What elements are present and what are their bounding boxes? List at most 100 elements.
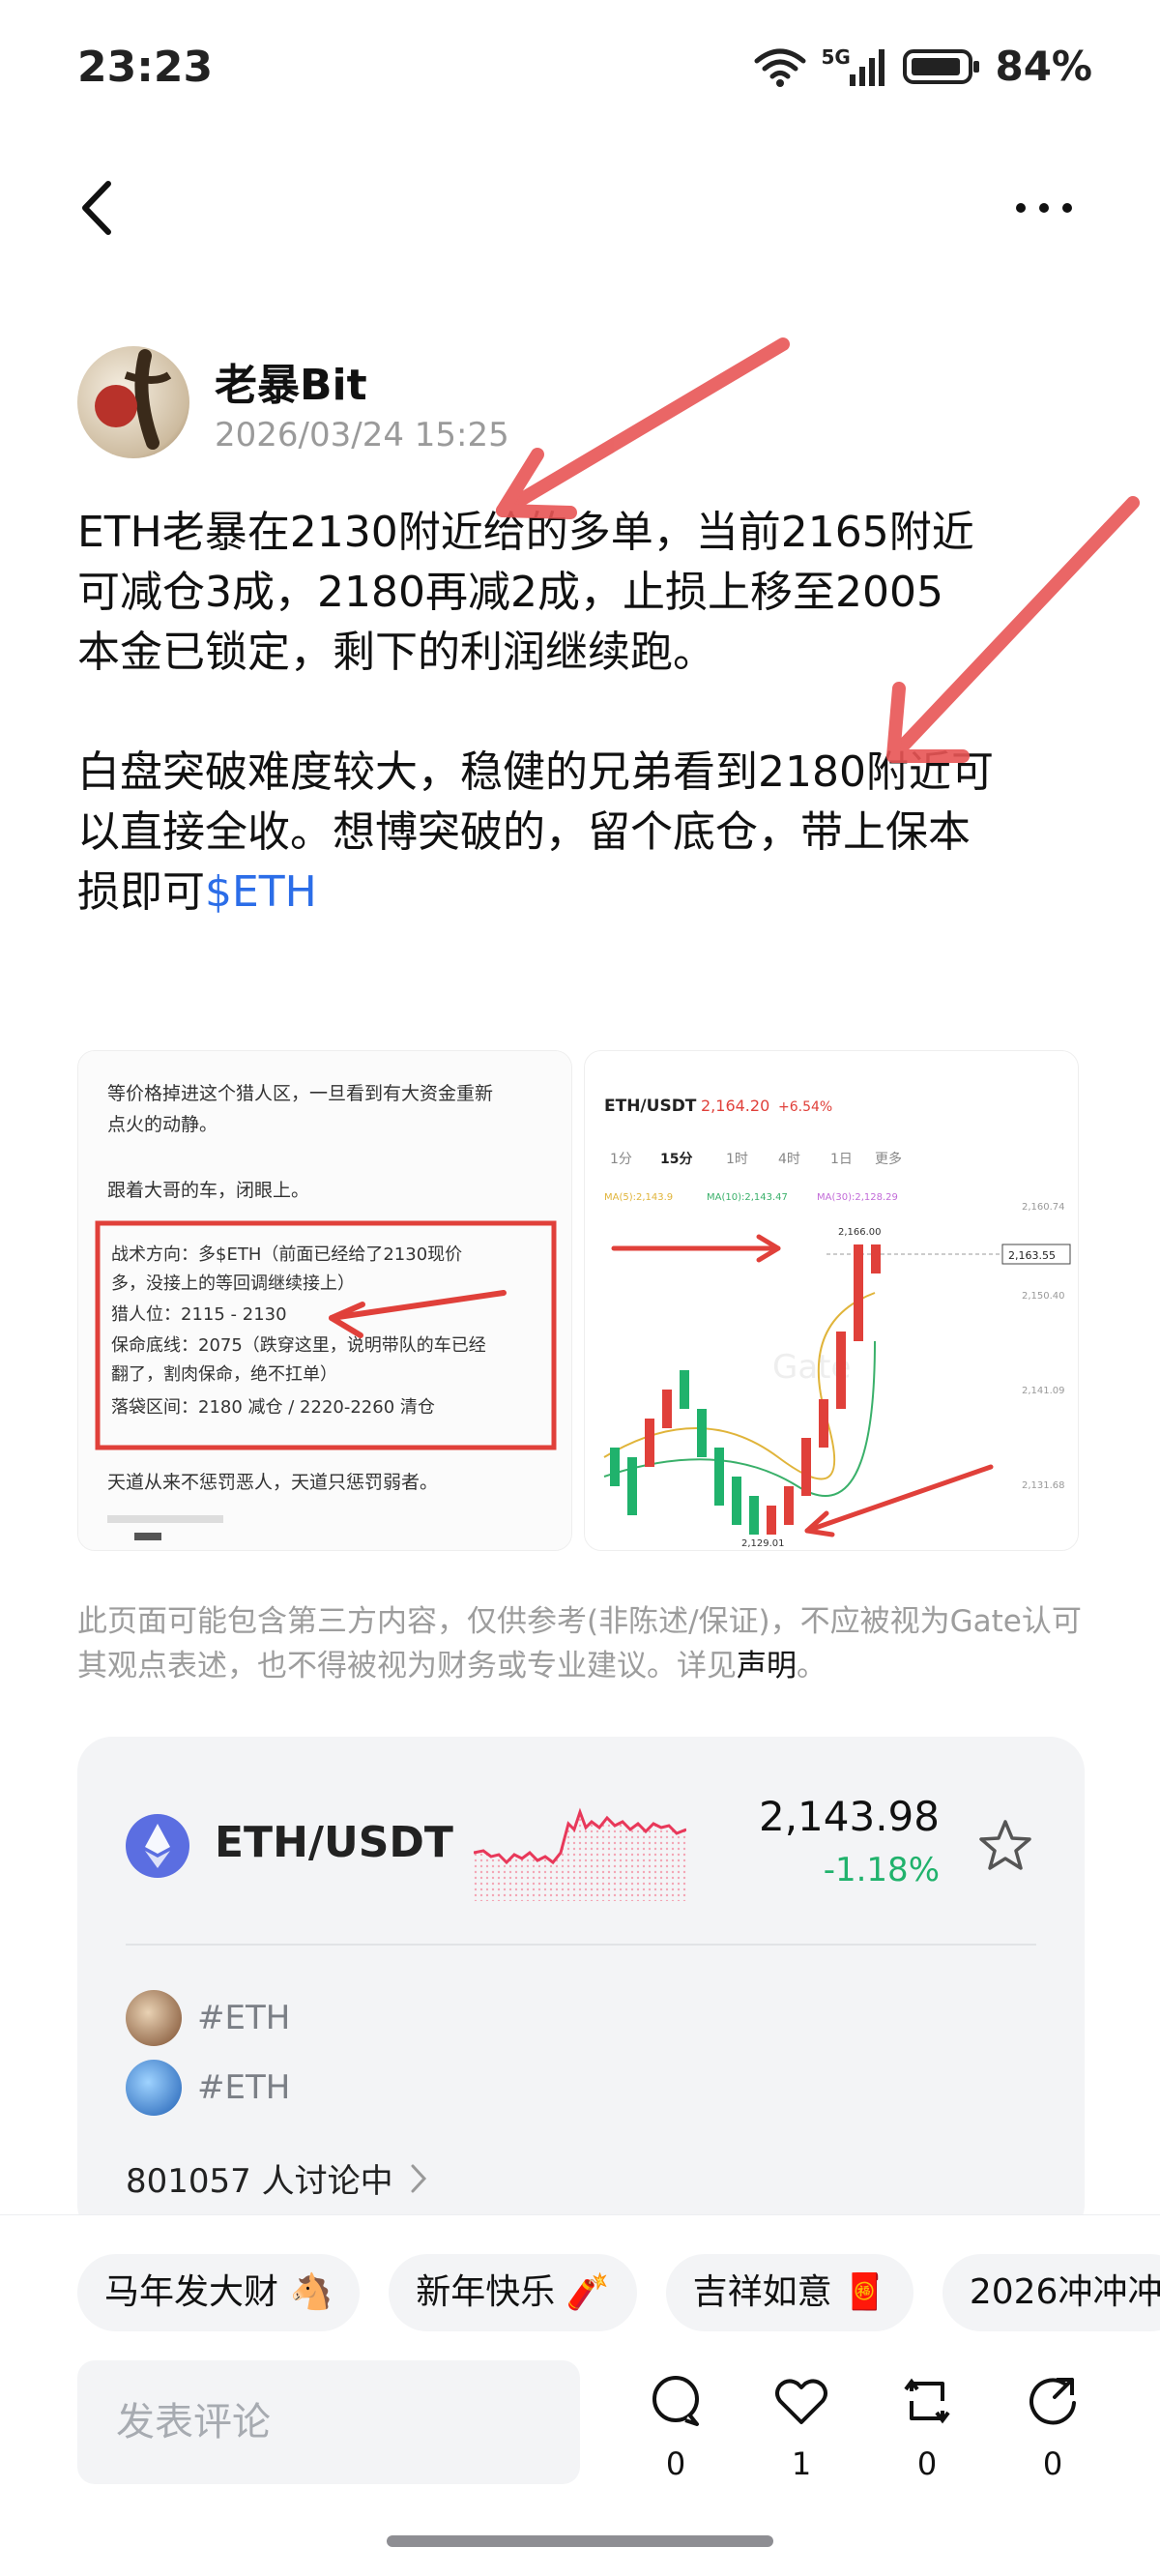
market-change: -1.18%	[823, 1851, 940, 1889]
img-ma-label: MA(30):2,128.29	[817, 1192, 898, 1203]
bottom-bar: 马年发大财 🐴 新年快乐 🧨 吉祥如意 🧧 2026冲冲冲 发表评论 0 1 0	[0, 2214, 1160, 2576]
comment-input[interactable]: 发表评论	[77, 2360, 580, 2484]
avatar-art	[95, 349, 172, 450]
img-low: 2,129.01	[741, 1538, 785, 1549]
img-tab: 1分	[610, 1152, 632, 1167]
post-body: ETH老暴在2130附近给的多单，当前2165附近 可减仓3成，2180再减2成…	[77, 503, 1092, 982]
post-paragraph-2: 白盘突破难度较大，稳健的兄弟看到2180附近可 以直接全收。想博突破的，留个底仓…	[77, 743, 1092, 922]
tag-label: #ETH	[197, 1999, 291, 2037]
more-button[interactable]	[1005, 184, 1083, 232]
discussion-count: 801057 人讨论中	[126, 2162, 393, 2201]
battery-percent: 84%	[995, 43, 1092, 90]
img-text: 等价格掉进这个猎人区，一旦看到有大资金重新	[107, 1083, 493, 1104]
quick-reply-chips: 马年发大财 🐴 新年快乐 🧨 吉祥如意 🧧 2026冲冲冲	[77, 2254, 1160, 2331]
img-tab: 4时	[778, 1152, 800, 1167]
img-box-text: 猎人位：2115 - 2130	[111, 1304, 287, 1325]
post-line-last: 损即可$ETH	[77, 863, 1092, 922]
chevron-right-icon	[411, 2164, 426, 2192]
quick-reply-chip[interactable]: 新年快乐 🧨	[389, 2254, 637, 2331]
more-horizontal-icon	[1016, 203, 1026, 213]
img-box-text: 多，没接上的等回调继续接上）	[111, 1273, 355, 1294]
comment-button[interactable]: 0	[632, 2372, 719, 2482]
quick-reply-chip[interactable]: 2026冲冲冲	[942, 2254, 1160, 2331]
img-box-text: 保命底线：2075（跌穿这里，说明带队的车已经	[111, 1335, 486, 1356]
disclaimer-link[interactable]: 声明	[737, 1649, 797, 1683]
cellular-icon: 5G	[821, 45, 888, 88]
star-icon	[979, 1820, 1031, 1870]
disclaimer-text: 此页面可能包含第三方内容，仅供参考(非陈述/保证)，不应被视为Gate认可其观点…	[77, 1604, 1082, 1683]
chevron-left-icon	[82, 181, 111, 235]
market-pair: ETH/USDT	[215, 1818, 453, 1867]
comment-icon	[652, 2376, 699, 2426]
market-card[interactable]: ETH/USDT 2,143.98 -1.18% #ETH #ETH 80105…	[77, 1737, 1085, 2239]
img-ma-label: MA(10):2,143.47	[707, 1192, 788, 1203]
img-box-text: 战术方向：多$ETH（前面已经给了2130现价	[111, 1244, 462, 1265]
img-pair: ETH/USDT	[604, 1097, 697, 1116]
quick-reply-chip[interactable]: 马年发大财 🐴	[77, 2254, 361, 2331]
img-tab: 1时	[726, 1152, 748, 1167]
svg-text:2,141.09: 2,141.09	[1022, 1386, 1065, 1396]
card-divider	[126, 1944, 1036, 1946]
post-line: ETH老暴在2130附近给的多单，当前2165附近	[77, 508, 974, 557]
red-arrow-icon	[496, 337, 790, 519]
img-box-text: 翻了，割肉保命，绝不扛单）	[111, 1364, 337, 1385]
post-image-right[interactable]: ETH/USDT 2,164.20 +6.54% 1分 15分 1时 4时 1日…	[584, 1050, 1079, 1551]
eth-icon	[126, 1814, 189, 1878]
battery-icon	[903, 48, 980, 84]
disclaimer-end: 。	[797, 1649, 826, 1683]
quick-reply-chip[interactable]: 吉祥如意 🧧	[665, 2254, 914, 2331]
post-timestamp: 2026/03/24 15:25	[215, 416, 509, 454]
market-price: 2,143.98	[758, 1793, 940, 1840]
author-name[interactable]: 老暴Bit	[215, 350, 367, 412]
comment-count: 0	[665, 2445, 686, 2482]
discussion-link[interactable]: 801057 人讨论中	[126, 2154, 428, 2202]
img-high: 2,166.00	[838, 1227, 882, 1238]
post-image-left[interactable]: 等价格掉进这个猎人区，一旦看到有大资金重新 点火的动静。 跟着大哥的车，闭眼上。…	[77, 1050, 572, 1551]
img-text: 天道从来不惩罚恶人，天道只惩罚弱者。	[107, 1472, 438, 1493]
share-icon	[1030, 2378, 1076, 2425]
img-tab: 更多	[875, 1151, 902, 1167]
share-count: 0	[1042, 2445, 1063, 2482]
repost-icon	[904, 2378, 950, 2424]
status-icons: 5G 84%	[753, 43, 1092, 90]
topic-tag[interactable]: #ETH	[126, 2060, 290, 2116]
post-line-text: 损即可	[77, 867, 205, 917]
wifi-icon	[754, 48, 806, 87]
svg-text:2,160.74: 2,160.74	[1022, 1202, 1065, 1213]
img-text: 点火的动静。	[107, 1114, 218, 1135]
home-indicator[interactable]	[387, 2535, 773, 2547]
post-line: 本金已锁定，剩下的利润继续跑。	[77, 628, 715, 677]
img-change: +6.54%	[778, 1099, 832, 1115]
favorite-button[interactable]	[976, 1816, 1034, 1874]
like-button[interactable]: 1	[758, 2372, 845, 2482]
topic-tag[interactable]: #ETH	[126, 1990, 290, 2046]
status-bar: 23:23 5G 84%	[0, 0, 1160, 145]
disclaimer: 此页面可能包含第三方内容，仅供参考(非陈述/保证)，不应被视为Gate认可其观点…	[77, 1599, 1092, 1688]
back-button[interactable]	[70, 174, 128, 242]
tag-avatar	[126, 1990, 182, 2046]
img-ma-label: MA(5):2,143.9	[604, 1192, 673, 1203]
post-line: 可减仓3成，2180再减2成，止损上移至2005	[77, 568, 943, 617]
img-tab: 15分	[660, 1152, 692, 1167]
img-tab: 1日	[830, 1152, 853, 1167]
repost-count: 0	[916, 2445, 938, 2482]
tag-label: #ETH	[197, 2068, 291, 2107]
post-line: 以直接全收。想博突破的，留个底仓，带上保本	[77, 807, 971, 857]
status-time: 23:23	[77, 43, 214, 92]
tag-avatar	[126, 2060, 182, 2116]
post-paragraph-1: ETH老暴在2130附近给的多单，当前2165附近 可减仓3成，2180再减2成…	[77, 503, 1092, 683]
svg-text:2,131.68: 2,131.68	[1022, 1480, 1065, 1491]
svg-text:2,150.40: 2,150.40	[1022, 1291, 1065, 1302]
share-button[interactable]: 0	[1009, 2372, 1096, 2482]
author-avatar[interactable]	[77, 346, 189, 458]
img-last-price: 2,163.55	[1008, 1249, 1056, 1262]
img-text: 跟着大哥的车，闭眼上。	[107, 1180, 309, 1201]
repost-button[interactable]: 0	[884, 2372, 971, 2482]
img-price: 2,164.20	[701, 1097, 769, 1115]
ticker-link[interactable]: $ETH	[205, 867, 317, 917]
like-count: 1	[791, 2445, 812, 2482]
post-line: 白盘突破难度较大，稳健的兄弟看到2180附近可	[77, 747, 994, 797]
img-box-text: 落袋区间：2180 减仓 / 2220-2260 清仓	[111, 1397, 435, 1418]
heart-icon	[775, 2379, 827, 2424]
sparkline	[474, 1807, 686, 1901]
